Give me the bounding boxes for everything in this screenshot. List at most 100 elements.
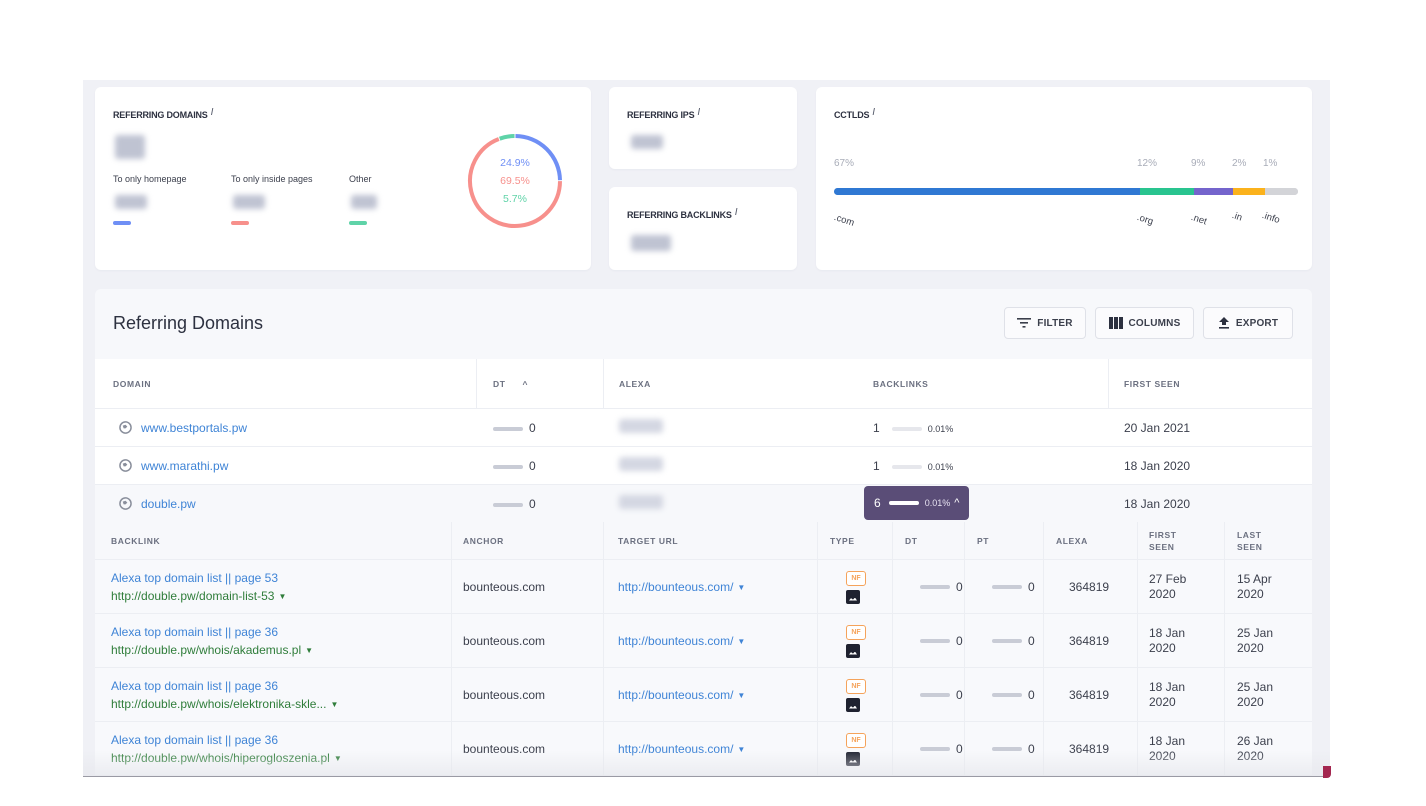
- caret-down-icon[interactable]: ▼: [334, 754, 342, 763]
- first-seen-cell: 18 Jan 2020: [1124, 459, 1191, 473]
- info-icon[interactable]: i: [735, 207, 738, 218]
- target-url-link[interactable]: http://bounteous.com/: [618, 742, 733, 756]
- backlink-row[interactable]: Alexa top domain list || page 36 http://d…: [95, 668, 1312, 722]
- backlinks-cell[interactable]: 1 0.01%: [873, 409, 953, 447]
- backlinks-cell[interactable]: 1 0.01%: [873, 447, 953, 485]
- column-header-backlink[interactable]: BACKLINK: [111, 522, 160, 560]
- column-header-alexa[interactable]: ALEXA: [1056, 522, 1088, 560]
- backlink-title-link[interactable]: Alexa top domain list || page 36: [111, 623, 313, 641]
- globe-icon: [119, 421, 132, 434]
- column-header-anchor[interactable]: ANCHOR: [463, 522, 504, 560]
- image-icon: [846, 643, 860, 658]
- backlinks-table-header: BACKLINK ANCHOR TARGET URL TYPE DT PT AL…: [95, 522, 1312, 560]
- dt-bar: [920, 639, 950, 643]
- referring-ips-value-blurred: [631, 135, 663, 149]
- seo-dashboard-frame: Referring Domains i To only homepage To o…: [83, 80, 1330, 777]
- sort-asc-icon[interactable]: ^: [523, 379, 529, 389]
- chevron-up-icon: ^: [954, 497, 960, 509]
- columns-button[interactable]: COLUMNS: [1095, 307, 1194, 339]
- column-header-first-seen[interactable]: FIRST SEEN: [1124, 359, 1180, 409]
- info-icon[interactable]: i: [211, 107, 214, 118]
- column-divider: [1224, 522, 1225, 776]
- target-url-cell: http://bounteous.com/ ▼: [618, 560, 745, 614]
- domain-row-expanded[interactable]: double.pw 0 6 0.01% ^ 18 Jan 2020: [95, 485, 1312, 523]
- column-header-first-seen[interactable]: FIRST SEEN: [1149, 522, 1199, 560]
- caret-down-icon[interactable]: ▼: [737, 691, 745, 700]
- pt-bar: [992, 747, 1022, 751]
- legend-swatch-other: [349, 221, 367, 225]
- filter-button[interactable]: FILTER: [1004, 307, 1086, 339]
- dt-cell: 0: [493, 447, 536, 485]
- referring-backlinks-value-blurred: [631, 235, 671, 251]
- backlinks-bar: [891, 426, 922, 431]
- backlink-title-link[interactable]: Alexa top domain list || page 36: [111, 731, 342, 749]
- last-seen-cell: 25 Jan 2020: [1237, 626, 1274, 655]
- alexa-value-blurred: [619, 457, 663, 471]
- referring-domains-title: Referring Domains i: [113, 107, 214, 120]
- caret-down-icon[interactable]: ▼: [737, 583, 745, 592]
- nofollow-badge: NF: [846, 732, 866, 748]
- pt-cell: 0: [992, 614, 1035, 668]
- caret-down-icon[interactable]: ▼: [330, 700, 338, 709]
- type-cell: NF: [846, 560, 866, 614]
- dt-bar: [493, 426, 523, 431]
- info-icon[interactable]: i: [872, 107, 875, 118]
- column-header-dt[interactable]: DT ^: [493, 359, 528, 409]
- column-header-pt[interactable]: PT: [977, 522, 989, 560]
- pt-cell: 0: [992, 722, 1035, 776]
- anchor-cell: bounteous.com: [463, 742, 546, 756]
- image-icon: [846, 589, 860, 604]
- dt-cell: 0: [493, 409, 536, 447]
- column-header-domain[interactable]: DOMAIN: [113, 359, 151, 409]
- cctld-org-label: .org: [1135, 212, 1155, 228]
- column-header-last-seen[interactable]: LAST SEEN: [1237, 522, 1287, 560]
- columns-icon: [1108, 317, 1123, 329]
- backlink-cell: Alexa top domain list || page 36 http://d…: [111, 668, 338, 722]
- cctlds-card: ccTLDs i 67% 12% 9% 2% 1% .com .org .net …: [816, 87, 1312, 270]
- pt-cell: 0: [992, 560, 1035, 614]
- backlink-url-link[interactable]: http://double.pw/whois/akademus.pl ▼: [111, 641, 313, 660]
- column-header-alexa[interactable]: ALEXA: [619, 359, 651, 409]
- column-header-dt[interactable]: DT: [905, 522, 918, 560]
- cctld-bar-com: [834, 188, 1140, 195]
- export-button[interactable]: EXPORT: [1203, 307, 1293, 339]
- cctld-net-pct: 9%: [1191, 158, 1206, 169]
- anchor-cell: bounteous.com: [463, 688, 546, 702]
- legend-swatch-homepage: [113, 221, 131, 225]
- target-url-link[interactable]: http://bounteous.com/: [618, 634, 733, 648]
- alexa-cell: 364819: [1069, 742, 1110, 756]
- domain-link[interactable]: double.pw: [141, 485, 196, 523]
- domain-link[interactable]: www.marathi.pw: [141, 447, 228, 485]
- target-url-link[interactable]: http://bounteous.com/: [618, 688, 733, 702]
- domain-row[interactable]: www.marathi.pw 0 1 0.01% 18 Jan 2020: [95, 447, 1312, 485]
- info-icon[interactable]: i: [697, 107, 700, 118]
- domain-link[interactable]: www.bestportals.pw: [141, 409, 247, 447]
- backlink-url-link[interactable]: http://double.pw/whois/elektronika-skle.…: [111, 695, 338, 714]
- backlink-row[interactable]: Alexa top domain list || page 53 http://d…: [95, 560, 1312, 614]
- pt-bar: [992, 639, 1022, 643]
- cctld-com-pct: 67%: [834, 158, 855, 169]
- caret-down-icon[interactable]: ▼: [737, 637, 745, 646]
- dt-bar: [920, 585, 950, 589]
- column-header-backlinks[interactable]: BACKLINKS: [873, 359, 928, 409]
- column-header-type[interactable]: TYPE: [830, 522, 855, 560]
- caret-down-icon[interactable]: ▼: [278, 592, 286, 601]
- alexa-value-blurred: [619, 419, 663, 433]
- backlink-row[interactable]: Alexa top domain list || page 36 http://d…: [95, 614, 1312, 668]
- caret-down-icon[interactable]: ▼: [305, 646, 313, 655]
- filter-icon: [1017, 318, 1032, 328]
- frame-corner-accent: [1323, 766, 1331, 778]
- nofollow-badge: NF: [846, 570, 866, 586]
- backlink-url-link[interactable]: http://double.pw/domain-list-53 ▼: [111, 587, 286, 606]
- caret-down-icon[interactable]: ▼: [737, 745, 745, 754]
- column-header-target-url[interactable]: TARGET URL: [618, 522, 678, 560]
- backlink-url-link[interactable]: http://double.pw/whois/hiperogloszenia.p…: [111, 749, 342, 768]
- last-seen-cell: 15 Apr 2020: [1237, 572, 1272, 601]
- backlink-row[interactable]: Alexa top domain list || page 36 http://d…: [95, 722, 1312, 776]
- target-url-link[interactable]: http://bounteous.com/: [618, 580, 733, 594]
- backlinks-expand-toggle[interactable]: 6 0.01% ^: [864, 486, 970, 520]
- backlink-title-link[interactable]: Alexa top domain list || page 53: [111, 569, 286, 587]
- cctld-info-pct: 1%: [1263, 158, 1278, 169]
- domain-row[interactable]: www.bestportals.pw 0 1 0.01% 20 Jan 2021: [95, 409, 1312, 447]
- backlink-title-link[interactable]: Alexa top domain list || page 36: [111, 677, 338, 695]
